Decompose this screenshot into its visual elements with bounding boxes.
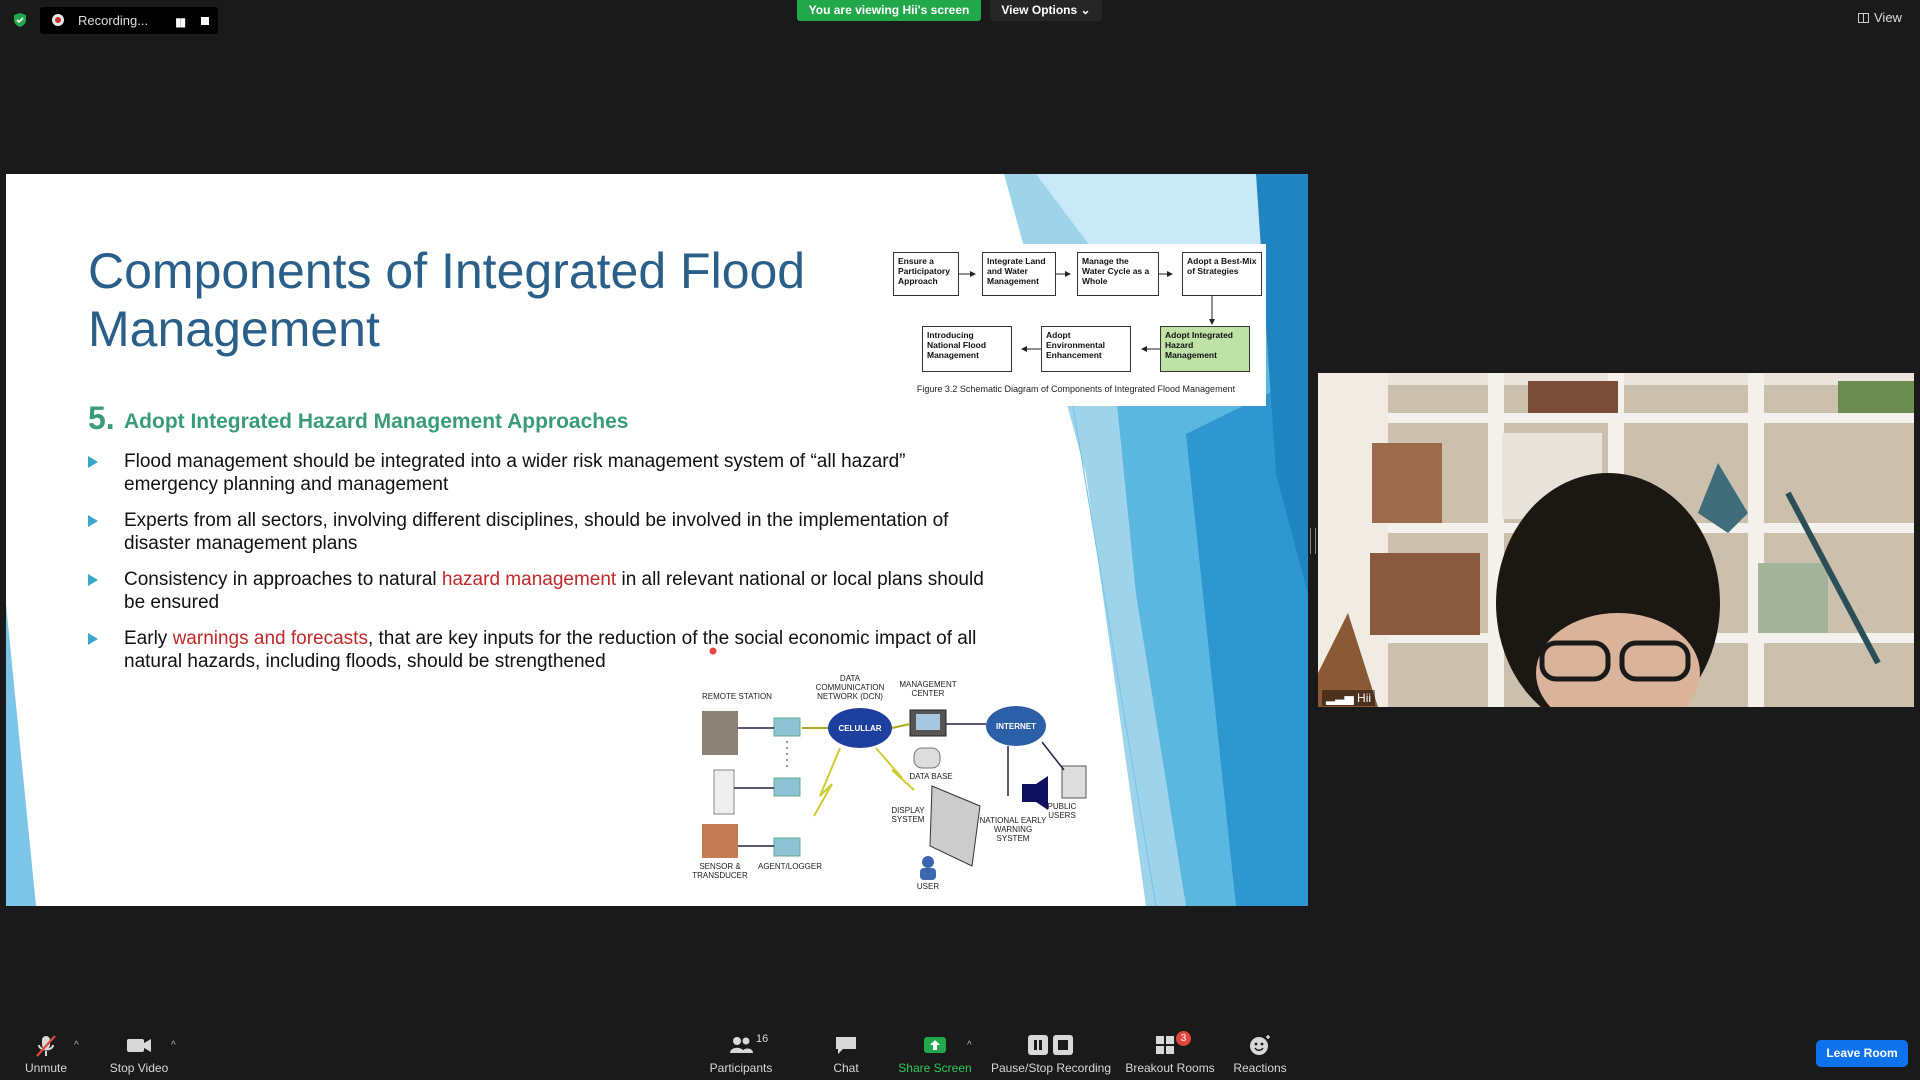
label-management-center: MANAGEMENT CENTER xyxy=(899,680,957,698)
audio-options-caret-icon[interactable]: ^ xyxy=(74,1040,79,1051)
reactions-label: Reactions xyxy=(1233,1061,1287,1075)
label-cellular: CELULLAR xyxy=(838,724,882,733)
share-screen-icon xyxy=(924,1037,946,1053)
figure-box: Ensure a Participatory Approach xyxy=(893,252,959,296)
grid-view-icon xyxy=(1858,13,1869,23)
bullet-text: Experts from all sectors, involving diff… xyxy=(124,510,949,554)
reactions-icon xyxy=(1250,1035,1270,1055)
breakout-badge: 3 xyxy=(1176,1031,1191,1046)
viewing-screen-banner: You are viewing Hii's screen xyxy=(797,0,981,21)
panel-resize-handle[interactable] xyxy=(1310,528,1316,554)
label-remote-station: REMOTE STATION xyxy=(702,692,772,701)
participants-icon xyxy=(730,1037,753,1053)
figure-box: Adopt Environmental Enhancement xyxy=(1041,326,1131,372)
label-data-base: DATA BASE xyxy=(909,772,953,781)
label-display-system: DISPLAY SYSTEM xyxy=(891,806,925,824)
label-agent-logger: AGENT/LOGGER xyxy=(757,862,822,871)
bullet-text: Consistency in approaches to natural xyxy=(124,569,442,590)
share-options-caret-icon[interactable]: ^ xyxy=(967,1040,972,1051)
bullet-highlight: hazard management xyxy=(441,569,617,590)
video-feed-illustration xyxy=(1318,373,1914,707)
video-options-caret-icon[interactable]: ^ xyxy=(171,1040,176,1051)
participants-button[interactable]: 16 Participants xyxy=(706,1033,776,1075)
pause-stop-recording-button[interactable]: Pause/Stop Recording xyxy=(988,1033,1114,1075)
figure-box: Integrate Land and Water Management xyxy=(982,252,1056,296)
participants-count: 16 xyxy=(756,1033,769,1045)
pause-stop-recording-icon xyxy=(1028,1035,1073,1055)
view-options-label: View Options xyxy=(1001,3,1078,17)
bullet-marker xyxy=(88,633,98,645)
recording-dot-icon xyxy=(52,14,64,26)
stop-recording-icon[interactable] xyxy=(201,17,209,25)
schematic-diagram: Ensure a Participatory Approach Integrat… xyxy=(886,244,1266,406)
unmute-button[interactable]: Unmute xyxy=(18,1033,74,1075)
share-screen-label: Share Screen xyxy=(898,1061,972,1075)
breakout-rooms-label: Breakout Rooms xyxy=(1125,1061,1215,1075)
chat-button[interactable]: Chat xyxy=(826,1033,866,1075)
network-diagram: REMOTE STATION DATA COMMUNICATION NETWOR… xyxy=(692,666,1092,894)
bullet-marker xyxy=(88,515,98,527)
pause-stop-recording-label: Pause/Stop Recording xyxy=(990,1061,1112,1075)
section-number: 5. xyxy=(88,400,115,436)
label-internet: INTERNET xyxy=(996,722,1036,731)
bullet-text: Flood management should be integrated in… xyxy=(124,451,906,495)
share-screen-button[interactable]: Share Screen xyxy=(896,1033,974,1075)
leave-room-button[interactable]: Leave Room xyxy=(1816,1040,1908,1067)
pause-recording-icon[interactable]: ▮▮ xyxy=(175,15,186,29)
signal-bars-icon: ▂▃▅ xyxy=(1326,691,1358,705)
view-button[interactable]: View xyxy=(1858,10,1902,25)
view-options-button[interactable]: View Options ⌄ xyxy=(990,0,1102,21)
bullet-highlight: warnings and forecasts xyxy=(172,628,368,649)
security-shield-icon[interactable] xyxy=(12,12,28,28)
section-title: Adopt Integrated Hazard Management Appro… xyxy=(124,410,629,433)
muted-mic-icon xyxy=(36,1035,56,1057)
label-sensor: SENSOR & TRANSDUCER xyxy=(692,862,748,880)
laser-pointer-icon xyxy=(708,646,718,656)
bullet-text: Early xyxy=(124,628,173,649)
bullet-marker xyxy=(88,574,98,586)
view-label: View xyxy=(1874,10,1902,25)
recording-label: Recording... xyxy=(78,13,149,28)
label-user: USER xyxy=(916,882,940,891)
stop-video-label: Stop Video xyxy=(109,1061,169,1075)
participants-label: Participants xyxy=(709,1061,773,1075)
label-national-warning: NATIONAL EARLY WARNING SYSTEM xyxy=(979,816,1047,843)
bullet-item: Flood management should be integrated in… xyxy=(124,450,994,496)
figure-box: Introducing National Flood Management xyxy=(922,326,1012,372)
stop-video-button[interactable]: Stop Video xyxy=(106,1033,172,1075)
figure-box: Adopt a Best-Mix of Strategies xyxy=(1182,252,1262,296)
video-camera-icon xyxy=(127,1039,151,1052)
bullet-item: Experts from all sectors, involving diff… xyxy=(124,509,994,555)
label-public-users: PUBLIC USERS xyxy=(1047,802,1077,820)
bullet-marker xyxy=(88,456,98,468)
slide-title: Components of Integrated Flood Managemen… xyxy=(88,243,806,357)
figure-box: Manage the Water Cycle as a Whole xyxy=(1077,252,1159,296)
reactions-button[interactable]: Reactions xyxy=(1230,1033,1290,1075)
label-dcn: DATA COMMUNICATION NETWORK (DCN) xyxy=(815,674,885,701)
bullet-item: Consistency in approaches to natural haz… xyxy=(124,568,994,614)
chevron-down-icon: ⌄ xyxy=(1080,3,1091,17)
unmute-label: Unmute xyxy=(24,1061,68,1075)
shared-slide: Components of Integrated Flood Managemen… xyxy=(6,174,1308,906)
figure-caption: Figure 3.2 Schematic Diagram of Componen… xyxy=(916,384,1236,394)
figure-box-highlighted: Adopt Integrated Hazard Management xyxy=(1160,326,1250,372)
chat-label: Chat xyxy=(833,1061,859,1075)
participant-name-label: ▂▃▅ Hii xyxy=(1322,690,1376,706)
recording-indicator: Recording... ▮▮ xyxy=(40,7,218,34)
participant-name: Hii xyxy=(1357,691,1372,705)
breakout-rooms-button[interactable]: 3 Breakout Rooms xyxy=(1124,1031,1216,1075)
participant-video[interactable] xyxy=(1318,373,1914,707)
chat-icon xyxy=(836,1037,856,1054)
